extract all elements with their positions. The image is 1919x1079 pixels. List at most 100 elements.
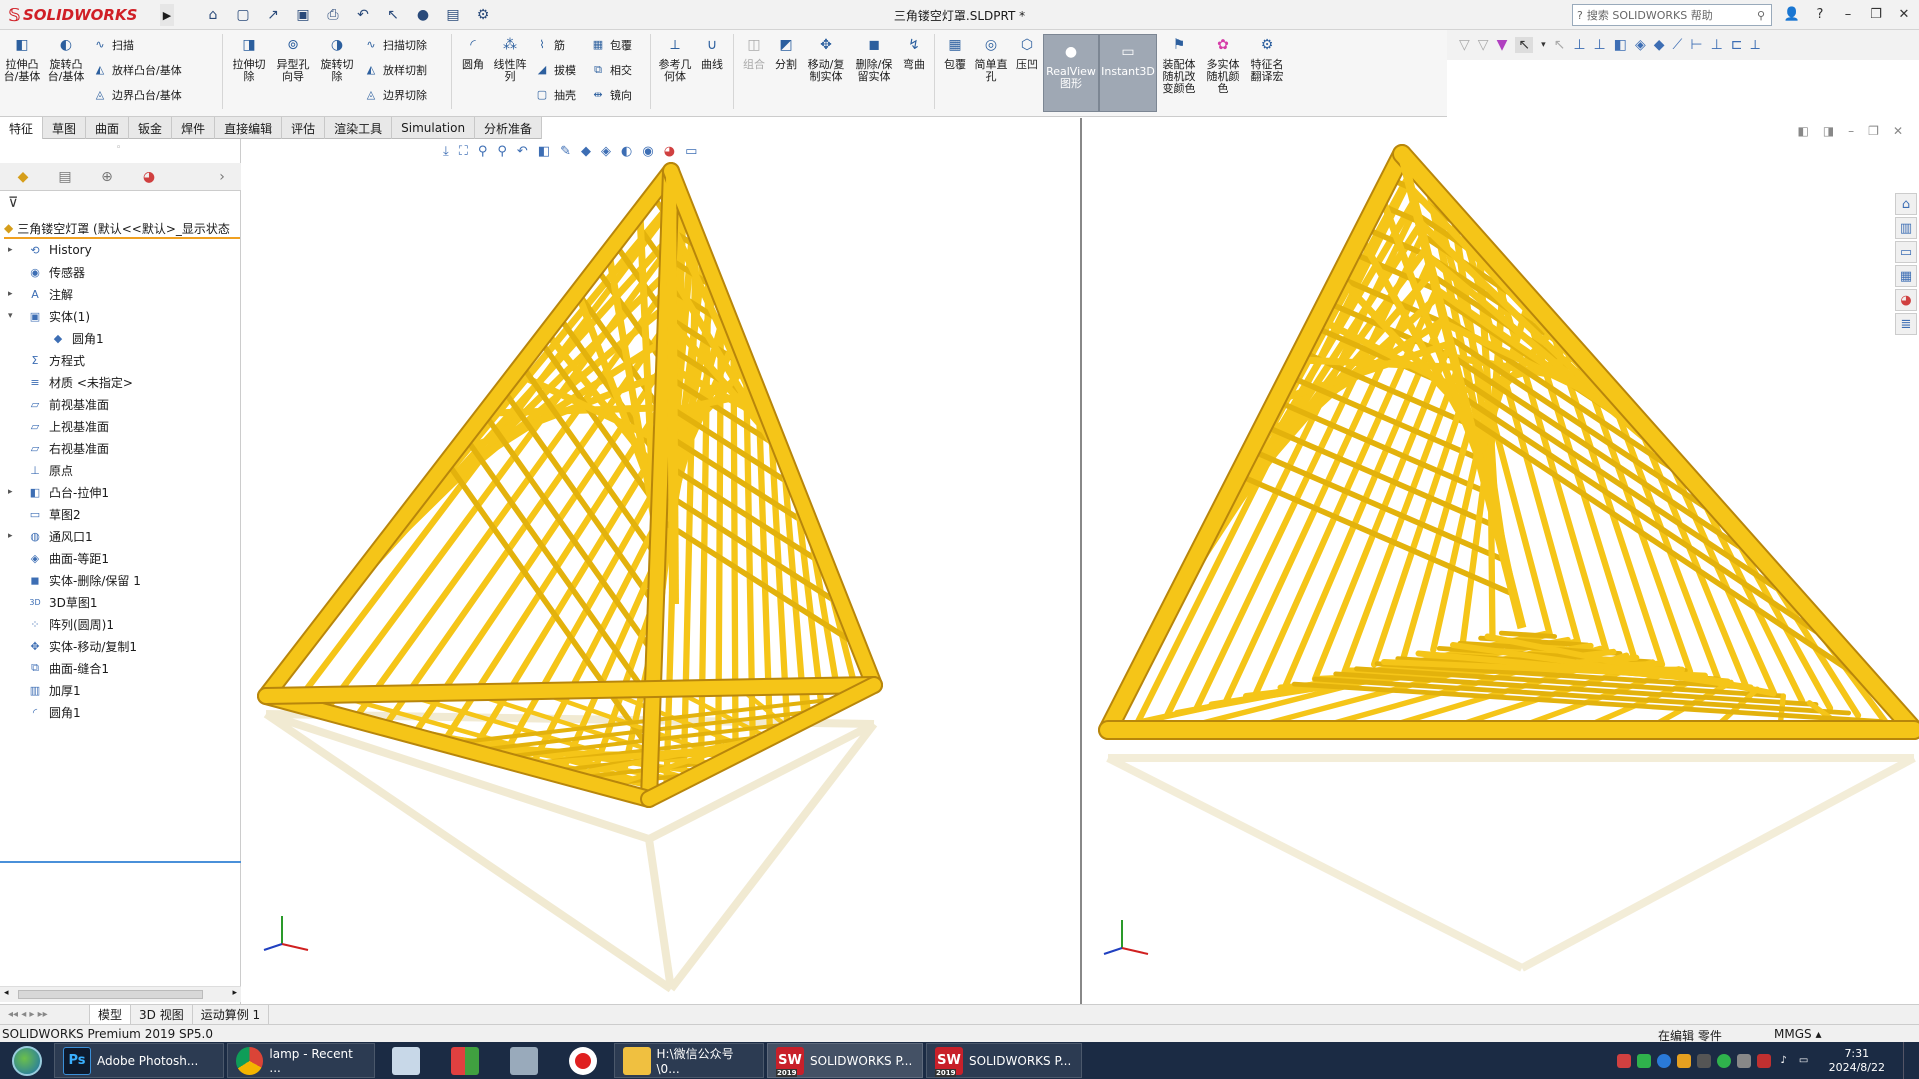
start-button[interactable] <box>0 1042 54 1079</box>
taskbar-pinned-app-2[interactable] <box>437 1043 493 1078</box>
flex-button[interactable]: ↯ 弯曲 <box>898 34 930 71</box>
realview-button[interactable]: ● RealView图形 <box>1043 34 1099 112</box>
viewport-minimize-icon[interactable]: – <box>1848 124 1854 138</box>
configuration-manager-tab-icon[interactable]: ⊕ <box>96 166 118 188</box>
tree-root-part[interactable]: ◆ 三角镂空灯罩 (默认<<默认>_显示状态 <box>4 219 240 239</box>
loft-button[interactable]: ◭ 放样凸台/基体 <box>92 59 214 80</box>
user-icon[interactable]: 👤 <box>1781 2 1803 26</box>
multibody-random-color-button[interactable]: ✿ 多实体随机颜色 <box>1201 34 1245 95</box>
tray-app3-icon[interactable] <box>1696 1053 1711 1068</box>
draft-button[interactable]: ◢ 拔模 <box>534 59 582 80</box>
sweep-button[interactable]: ∿ 扫描 <box>92 34 214 55</box>
previous-view-icon[interactable]: ⤓ <box>443 144 449 159</box>
rib-button[interactable]: ⌇ 筋 <box>534 34 582 55</box>
scroll-right-icon[interactable]: ▸ <box>232 988 237 998</box>
taskbar-solidworks-2[interactable]: SW 2019 SOLIDWORKS P... <box>926 1043 1082 1078</box>
tab-4[interactable]: 焊件 <box>172 117 216 139</box>
tray-app-icon[interactable] <box>1616 1053 1631 1068</box>
assembly-random-color-button[interactable]: ⚑ 装配体随机改变颜色 <box>1157 34 1201 95</box>
filter-edges-icon[interactable]: ⊥ <box>1594 37 1606 53</box>
filter-icon[interactable]: ▽ <box>1459 37 1470 53</box>
tree-node[interactable]: ▱ 上视基准面 <box>0 415 241 437</box>
wrap2-button[interactable]: ▦ 包覆 <box>939 34 971 71</box>
select-icon[interactable]: ↖ <box>380 4 406 26</box>
tree-node[interactable]: ⁘ 阵列(圆周)1 <box>0 613 241 635</box>
feature-manager-tab-icon[interactable]: ◆ <box>12 166 34 188</box>
expand-toggle-icon[interactable]: ▸ <box>8 487 18 497</box>
tree-node[interactable]: ◜ 圆角1 <box>0 701 241 723</box>
display-manager-tab-icon[interactable]: ◕ <box>138 166 160 188</box>
custom-properties-icon[interactable]: ≣ <box>1895 313 1917 335</box>
taskbar-pinned-app-3[interactable] <box>496 1043 552 1078</box>
intersect-button[interactable]: ⧉ 相交 <box>590 59 642 80</box>
tree-node[interactable]: ◉ 传感器 <box>0 261 241 283</box>
sweep-cut-button[interactable]: ∿ 扫描切除 <box>363 34 443 55</box>
taskbar-solidworks-1[interactable]: SW 2019 SOLIDWORKS P... <box>767 1043 923 1078</box>
tab-5[interactable]: 直接编辑 <box>215 117 283 139</box>
tree-node[interactable]: ⊥ 原点 <box>0 459 241 481</box>
move-copy-body-button[interactable]: ✥ 移动/复制实体 <box>802 34 850 83</box>
fillet-button[interactable]: ◜ 圆角 <box>456 34 490 71</box>
clock[interactable]: 7:31 2024/8/22 <box>1817 1047 1897 1075</box>
delete-keep-body-button[interactable]: ◼ 删除/保留实体 <box>850 34 898 83</box>
filter-vertices-icon[interactable]: ⊥ <box>1573 37 1585 53</box>
appearances-icon[interactable]: ◕ <box>1895 289 1917 311</box>
extrude-boss-button[interactable]: ◧ 拉伸凸台/基体 <box>0 34 44 83</box>
design-library-icon[interactable]: ▥ <box>1895 217 1917 239</box>
help-search-input[interactable]: ? 搜索 SOLIDWORKS 帮助 ⚲ <box>1572 4 1772 26</box>
tree-node[interactable]: ✥ 实体-移动/复制1 <box>0 635 241 657</box>
tray-app4-icon[interactable] <box>1716 1053 1731 1068</box>
model-tab-1[interactable]: 3D 视图 <box>131 1004 193 1025</box>
dynamic-annotation-icon[interactable]: ✎ <box>560 144 571 159</box>
options-gear-icon[interactable]: ⚙ <box>470 4 496 26</box>
tree-node[interactable]: ▥ 加厚1 <box>0 679 241 701</box>
tab-3[interactable]: 钣金 <box>129 117 173 139</box>
tab-9[interactable]: 分析准备 <box>475 117 543 139</box>
expand-toggle-icon[interactable]: ▸ <box>8 245 18 255</box>
view-palette-icon[interactable]: ▦ <box>1895 265 1917 287</box>
tree-node[interactable]: ◆ 圆角1 <box>0 327 241 349</box>
taskbar-pinned-app-1[interactable] <box>378 1043 434 1078</box>
tree-node[interactable]: ▭ 草图2 <box>0 503 241 525</box>
tab-nav-arrows-icon[interactable]: ◂◂ ◂ ▸ ▸▸ <box>0 1004 90 1025</box>
viewport-restore-icon[interactable]: ❐ <box>1868 124 1879 138</box>
shell-button[interactable]: ▢ 抽壳 <box>534 84 582 105</box>
loft-cut-button[interactable]: ◭ 放样切割 <box>363 59 443 80</box>
file-properties-icon[interactable]: ▤ <box>440 4 466 26</box>
panel-grip-icon[interactable]: ◦ <box>116 143 121 153</box>
expand-toggle-icon[interactable]: ▾ <box>8 311 18 321</box>
edit-appearance-icon[interactable]: ◉ <box>642 144 653 159</box>
undo-icon[interactable]: ↶ <box>350 4 376 26</box>
tab-2[interactable]: 曲面 <box>86 117 130 139</box>
extrude-cut-button[interactable]: ◨ 拉伸切除 <box>227 34 271 83</box>
tree-node[interactable]: Σ 方程式 <box>0 349 241 371</box>
view-settings-icon[interactable]: ▭ <box>685 144 697 159</box>
restore-icon[interactable]: ❐ <box>1865 2 1887 26</box>
tree-node[interactable]: ▸ ◧ 凸台-拉伸1 <box>0 481 241 503</box>
view-orientation-icon[interactable]: ◆ <box>581 144 591 159</box>
print-icon[interactable]: ⎙ <box>320 4 346 26</box>
filter-toggle-icon[interactable]: ▽ <box>1478 37 1489 53</box>
tree-node[interactable]: ▱ 右视基准面 <box>0 437 241 459</box>
revolve-cut-button[interactable]: ◑ 旋转切除 <box>315 34 359 83</box>
filter-color-icon[interactable]: ▼ <box>1497 37 1508 53</box>
status-units[interactable]: MMGS ▴ <box>1774 1027 1821 1041</box>
zoom-to-fit-icon[interactable]: ⛶ <box>459 144 468 159</box>
tree-node[interactable]: ▱ 前视基准面 <box>0 393 241 415</box>
hole-wizard-button[interactable]: ⊚ 异型孔向导 <box>271 34 315 83</box>
instant3d-button[interactable]: ▭ Instant3D <box>1099 34 1157 112</box>
horizontal-scrollbar[interactable]: ◂ ▸ <box>0 986 241 1002</box>
menu-expand-arrow-icon[interactable]: ▶ <box>160 4 174 26</box>
zoom-area-icon[interactable]: ⚲ <box>478 144 488 159</box>
tree-node[interactable]: ≡ 材质 <未指定> <box>0 371 241 393</box>
section-view-icon[interactable]: ◧ <box>538 144 550 159</box>
tray-app2-icon[interactable] <box>1676 1053 1691 1068</box>
boundary-boss-button[interactable]: ◬ 边界凸台/基体 <box>92 84 214 105</box>
feature-translate-macro-button[interactable]: ⚙ 特征名翻译宏 <box>1245 34 1289 83</box>
close-icon[interactable]: ✕ <box>1893 2 1915 26</box>
revolve-boss-button[interactable]: ◐ 旋转凸台/基体 <box>44 34 88 83</box>
open-icon[interactable]: ↗ <box>260 4 286 26</box>
tree-filter-icon[interactable]: ⊽ <box>8 195 18 211</box>
scroll-thumb[interactable] <box>18 990 203 999</box>
filter-bodies-icon[interactable]: ◆ <box>1654 37 1665 53</box>
